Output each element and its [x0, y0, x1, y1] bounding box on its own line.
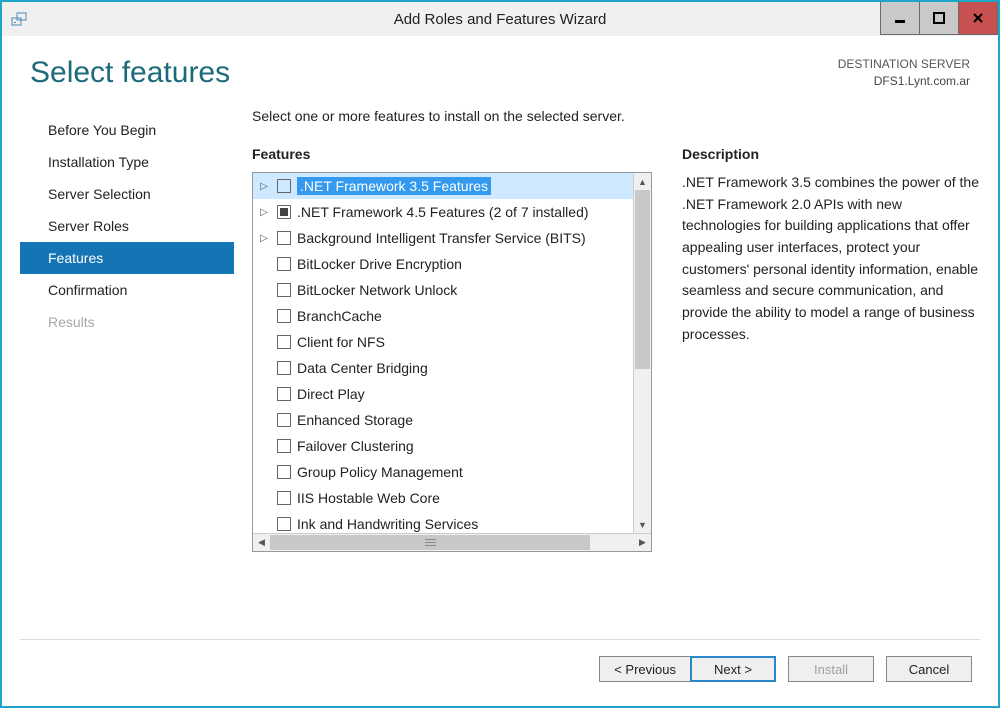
feature-label: Direct Play	[297, 386, 365, 402]
feature-label: BitLocker Network Unlock	[297, 282, 457, 298]
feature-checkbox[interactable]	[277, 309, 291, 323]
feature-label: Enhanced Storage	[297, 412, 413, 428]
feature-label: Failover Clustering	[297, 438, 414, 454]
main-panel: Select one or more features to install o…	[234, 108, 980, 627]
server-manager-icon	[10, 9, 30, 29]
feature-checkbox[interactable]	[277, 283, 291, 297]
feature-label: .NET Framework 3.5 Features	[297, 177, 491, 195]
description-column: Description .NET Framework 3.5 combines …	[682, 146, 980, 627]
feature-checkbox[interactable]	[277, 491, 291, 505]
horizontal-scrollbar[interactable]: ◀ ▶	[253, 533, 651, 551]
nav-step-3[interactable]: Server Roles	[20, 210, 234, 242]
feature-checkbox[interactable]	[277, 335, 291, 349]
features-column: Features ▷ .NET Framework 3.5 Features ▷ .N…	[252, 146, 652, 627]
feature-checkbox[interactable]	[277, 387, 291, 401]
scroll-up-icon[interactable]: ▲	[634, 173, 651, 190]
feature-checkbox[interactable]	[277, 517, 291, 531]
feature-label: Background Intelligent Transfer Service …	[297, 230, 586, 246]
window-title: Add Roles and Features Wizard	[394, 11, 607, 28]
feature-checkbox[interactable]	[277, 413, 291, 427]
columns: Features ▷ .NET Framework 3.5 Features ▷ .N…	[252, 146, 980, 627]
scroll-thumb[interactable]	[635, 190, 650, 369]
feature-row[interactable]: Client for NFS	[253, 329, 633, 355]
feature-label: Ink and Handwriting Services	[297, 516, 478, 532]
feature-checkbox[interactable]	[277, 231, 291, 245]
feature-row[interactable]: ▷ .NET Framework 3.5 Features	[253, 173, 633, 199]
vertical-scrollbar[interactable]: ▲ ▼	[633, 173, 651, 533]
hscroll-thumb[interactable]	[270, 535, 590, 550]
feature-label: BranchCache	[297, 308, 382, 324]
titlebar: Add Roles and Features Wizard	[2, 2, 998, 36]
step-navigation: Before You BeginInstallation TypeServer …	[20, 108, 234, 627]
feature-row[interactable]: Enhanced Storage	[253, 407, 633, 433]
feature-row[interactable]: Direct Play	[253, 381, 633, 407]
page-title: Select features	[30, 56, 230, 90]
close-button[interactable]	[958, 2, 998, 35]
nav-step-0[interactable]: Before You Begin	[20, 114, 234, 146]
features-listbox: ▷ .NET Framework 3.5 Features ▷ .NET Framew…	[252, 172, 652, 552]
features-heading: Features	[252, 146, 652, 162]
feature-row[interactable]: Ink and Handwriting Services	[253, 511, 633, 533]
feature-label: .NET Framework 4.5 Features (2 of 7 inst…	[297, 204, 589, 220]
cancel-button[interactable]: Cancel	[886, 656, 972, 682]
nav-step-4[interactable]: Features	[20, 242, 234, 274]
features-list-viewport: ▷ .NET Framework 3.5 Features ▷ .NET Framew…	[253, 173, 651, 533]
nav-step-2[interactable]: Server Selection	[20, 178, 234, 210]
scroll-left-icon[interactable]: ◀	[253, 534, 270, 551]
feature-checkbox[interactable]	[277, 439, 291, 453]
nav-step-6: Results	[20, 306, 234, 338]
feature-row[interactable]: BranchCache	[253, 303, 633, 329]
footer: < Previous Next > Install Cancel	[20, 639, 980, 706]
install-button[interactable]: Install	[788, 656, 874, 682]
feature-label: BitLocker Drive Encryption	[297, 256, 462, 272]
feature-checkbox[interactable]	[277, 465, 291, 479]
feature-checkbox[interactable]	[277, 179, 291, 193]
window-controls	[881, 2, 998, 36]
wizard-window: Add Roles and Features Wizard Select fea…	[0, 0, 1000, 708]
feature-label: Data Center Bridging	[297, 360, 428, 376]
hscroll-track[interactable]	[270, 534, 634, 551]
instruction-text: Select one or more features to install o…	[252, 108, 980, 124]
feature-label: Client for NFS	[297, 334, 385, 350]
scroll-right-icon[interactable]: ▶	[634, 534, 651, 551]
maximize-button[interactable]	[919, 2, 959, 35]
destination-label: DESTINATION SERVER	[838, 56, 970, 73]
feature-row[interactable]: IIS Hostable Web Core	[253, 485, 633, 511]
destination-info: DESTINATION SERVER DFS1.Lynt.com.ar	[838, 56, 970, 90]
feature-row[interactable]: Group Policy Management	[253, 459, 633, 485]
scroll-track[interactable]	[634, 190, 651, 516]
expand-icon[interactable]: ▷	[257, 233, 271, 244]
feature-row[interactable]: Data Center Bridging	[253, 355, 633, 381]
content-area: Select features DESTINATION SERVER DFS1.…	[2, 36, 998, 706]
feature-checkbox[interactable]	[277, 205, 291, 219]
expand-icon[interactable]: ▷	[257, 207, 271, 218]
feature-row[interactable]: BitLocker Network Unlock	[253, 277, 633, 303]
features-rows: ▷ .NET Framework 3.5 Features ▷ .NET Framew…	[253, 173, 633, 533]
feature-row[interactable]: ▷ Background Intelligent Transfer Service…	[253, 225, 633, 251]
expand-icon[interactable]: ▷	[257, 181, 271, 192]
feature-row[interactable]: ▷ .NET Framework 4.5 Features (2 of 7 ins…	[253, 199, 633, 225]
previous-button[interactable]: < Previous	[599, 656, 690, 682]
nav-step-5[interactable]: Confirmation	[20, 274, 234, 306]
navigation-button-group: < Previous Next >	[599, 656, 776, 682]
description-text: .NET Framework 3.5 combines the power of…	[682, 172, 980, 346]
minimize-button[interactable]	[880, 2, 920, 35]
scroll-down-icon[interactable]: ▼	[634, 516, 651, 533]
next-button[interactable]: Next >	[690, 656, 776, 682]
description-heading: Description	[682, 146, 980, 162]
page-header: Select features DESTINATION SERVER DFS1.…	[20, 48, 980, 90]
feature-row[interactable]: Failover Clustering	[253, 433, 633, 459]
destination-server: DFS1.Lynt.com.ar	[838, 73, 970, 90]
nav-step-1[interactable]: Installation Type	[20, 146, 234, 178]
feature-label: IIS Hostable Web Core	[297, 490, 440, 506]
feature-row[interactable]: BitLocker Drive Encryption	[253, 251, 633, 277]
feature-checkbox[interactable]	[277, 361, 291, 375]
feature-checkbox[interactable]	[277, 257, 291, 271]
feature-label: Group Policy Management	[297, 464, 463, 480]
body: Before You BeginInstallation TypeServer …	[20, 108, 980, 627]
